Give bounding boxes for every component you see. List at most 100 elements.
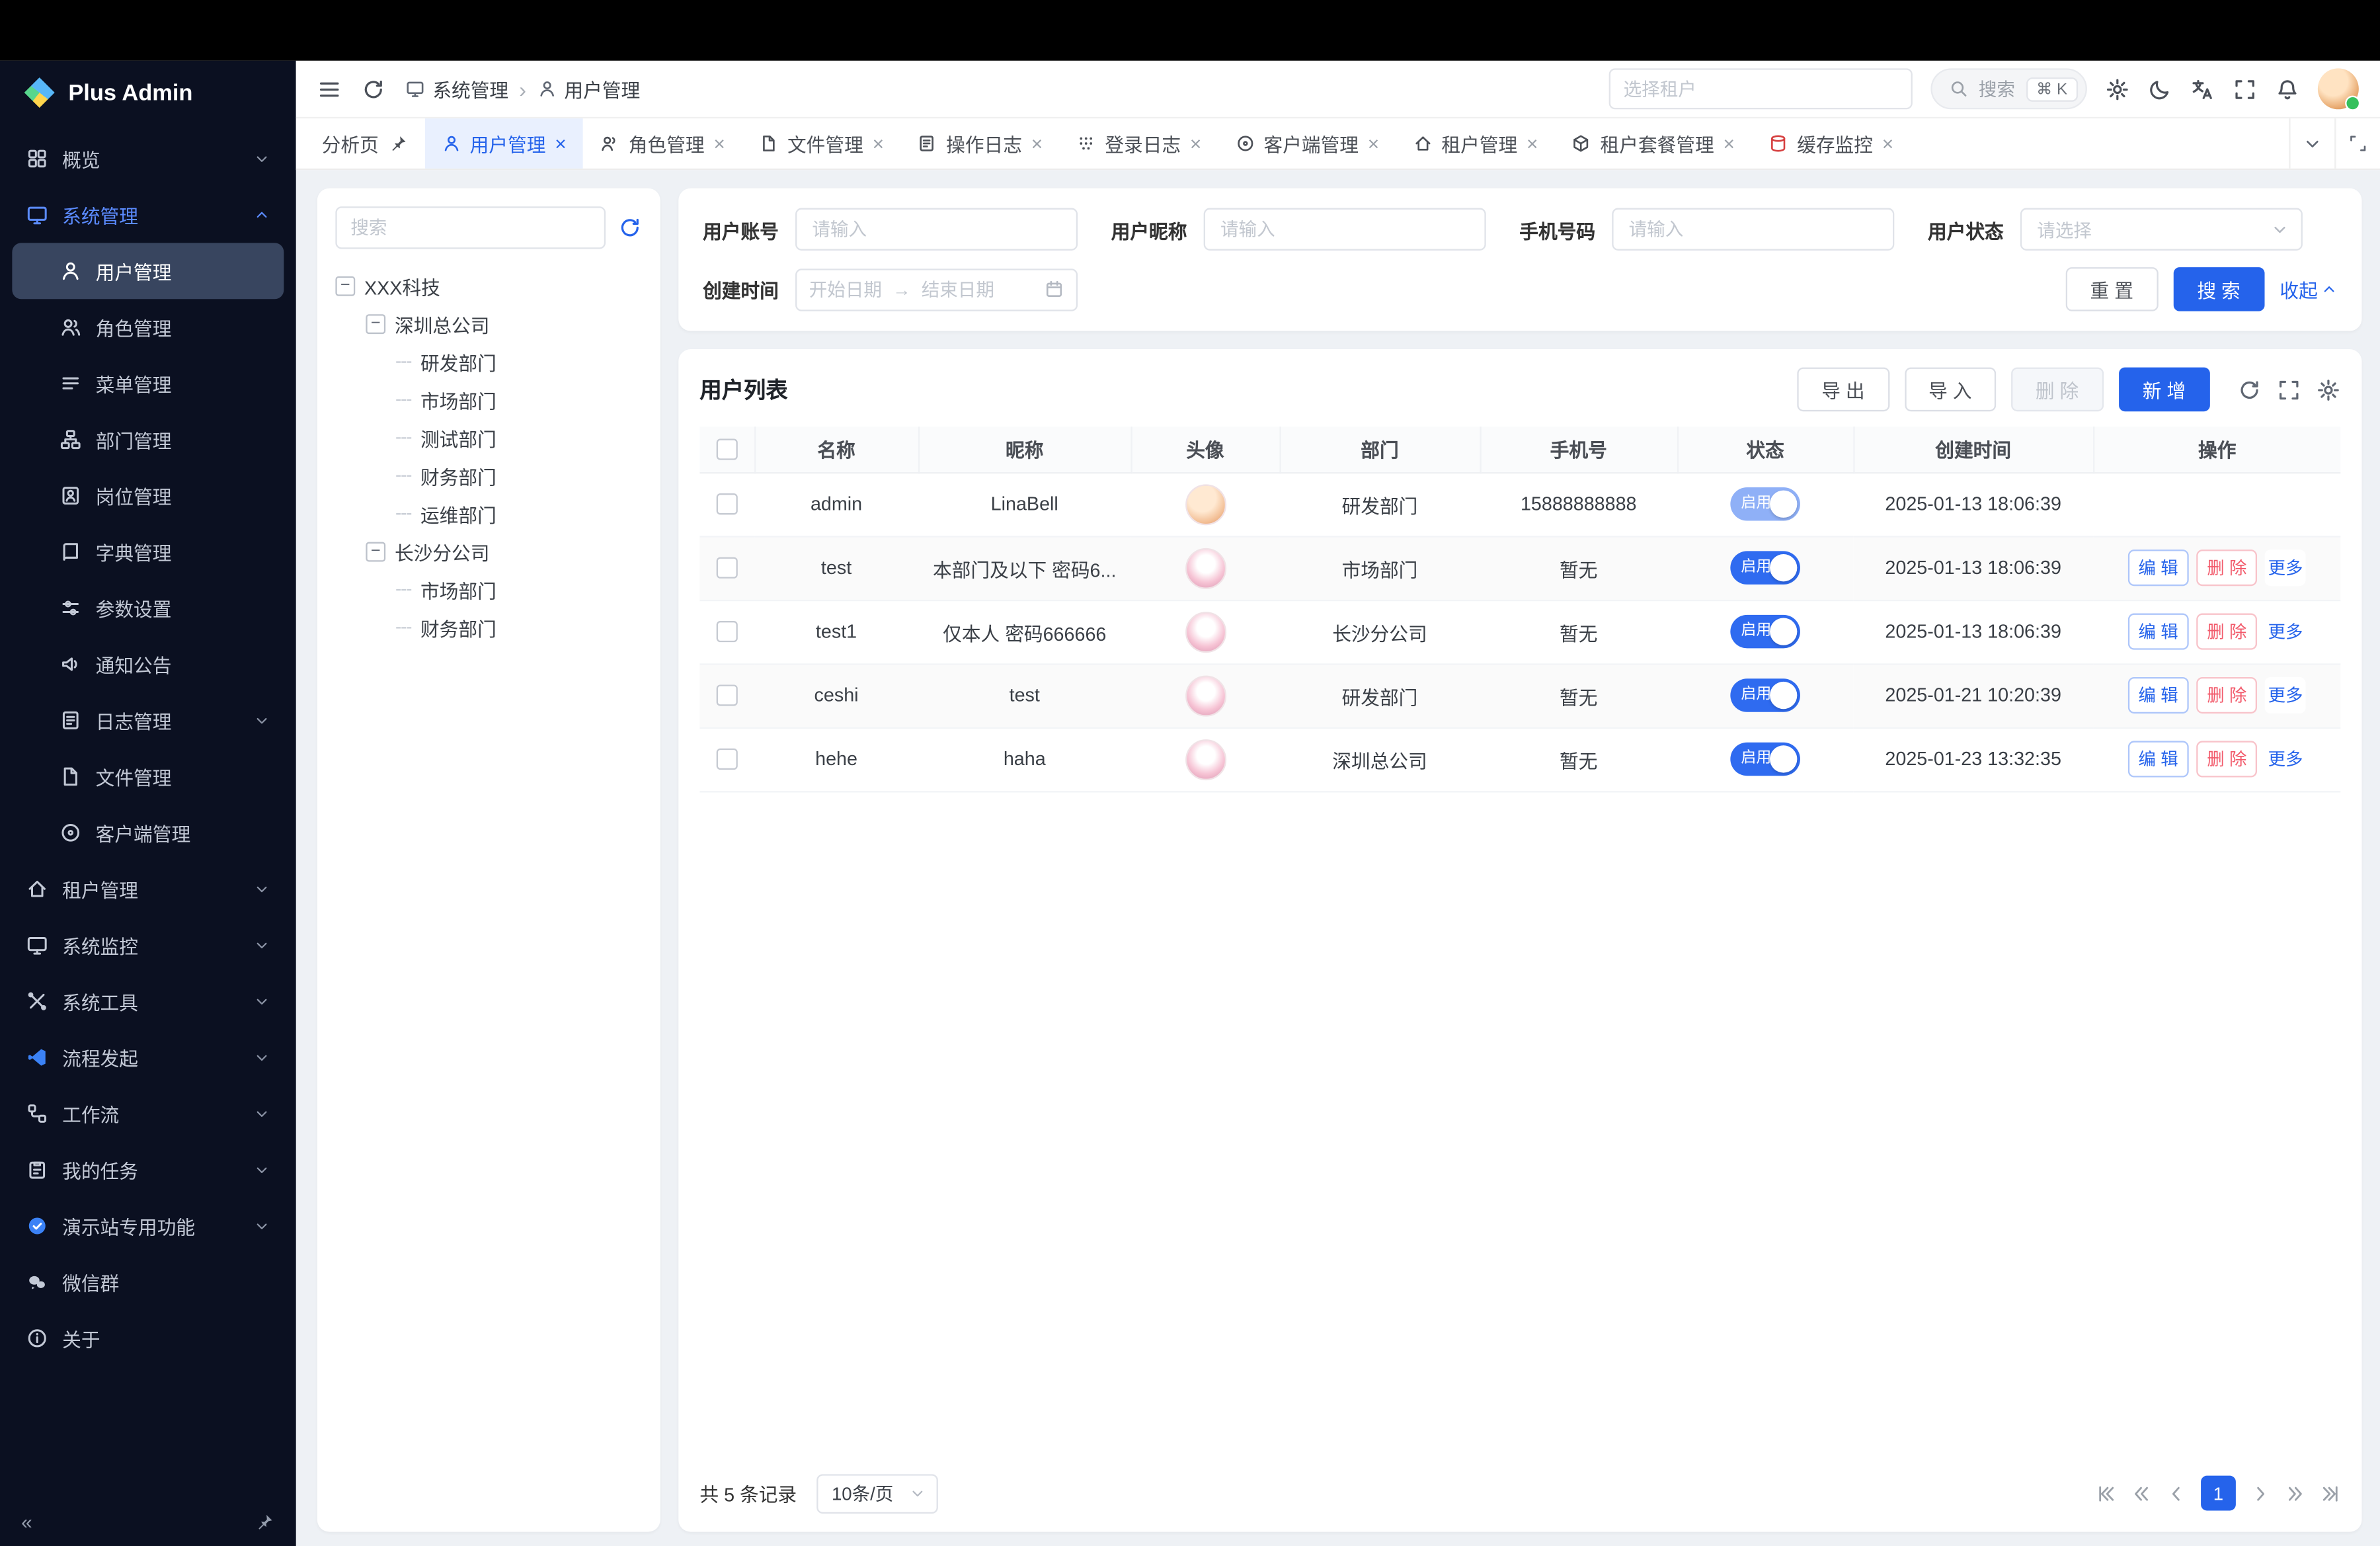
close-icon[interactable]: × (1368, 134, 1379, 153)
tree-collapse-icon[interactable]: − (335, 276, 355, 296)
row-checkbox[interactable] (717, 685, 738, 706)
sidebar-item-role-management[interactable]: 角色管理 (12, 299, 284, 355)
table-settings-gear-icon[interactable] (2317, 378, 2341, 402)
first-page-icon[interactable] (2096, 1483, 2118, 1504)
tree-node-dept[interactable]: 市场部门 (335, 381, 642, 419)
refresh-icon[interactable] (361, 77, 385, 101)
sidebar-item-dict-management[interactable]: 字典管理 (12, 524, 284, 580)
tab-client-management[interactable]: 客户端管理 × (1218, 118, 1396, 169)
prev-5-pages-icon[interactable] (2131, 1483, 2152, 1504)
tree-node-dept[interactable]: 财务部门 (335, 457, 642, 495)
sidebar-item-demo-features[interactable]: 演示站专用功能 (12, 1198, 284, 1254)
next-5-pages-icon[interactable] (2284, 1483, 2305, 1504)
delete-row-button[interactable]: 删 除 (2196, 549, 2257, 586)
tenant-select-input[interactable] (1608, 68, 1912, 109)
last-page-icon[interactable] (2319, 1483, 2340, 1504)
export-button[interactable]: 导 出 (1798, 368, 1889, 412)
more-button[interactable]: 更多 (2265, 614, 2306, 650)
tab-tenant-management[interactable]: 租户管理 × (1396, 118, 1554, 169)
close-icon[interactable]: × (1527, 134, 1538, 153)
sidebar-item-client-management[interactable]: 客户端管理 (12, 805, 284, 861)
tree-node-dept[interactable]: 市场部门 (335, 571, 642, 608)
close-icon[interactable]: × (713, 134, 725, 153)
current-page-button[interactable]: 1 (2201, 1476, 2236, 1511)
app-logo[interactable]: Plus Admin (0, 61, 296, 124)
date-range-picker[interactable]: 开始日期 → 结束日期 (795, 268, 1078, 310)
tree-collapse-icon[interactable]: − (366, 314, 385, 334)
sidebar-item-post-management[interactable]: 岗位管理 (12, 468, 284, 524)
delete-row-button[interactable]: 删 除 (2196, 677, 2257, 713)
close-icon[interactable]: × (1031, 134, 1043, 153)
status-toggle[interactable]: 启用 (1730, 615, 1800, 649)
delete-row-button[interactable]: 删 除 (2196, 741, 2257, 777)
more-button[interactable]: 更多 (2265, 677, 2306, 713)
close-icon[interactable]: × (1724, 134, 1735, 153)
pin-icon[interactable] (255, 1512, 275, 1532)
tab-cache-monitor[interactable]: 缓存监控 × (1751, 118, 1910, 169)
sidebar-item-menu-management[interactable]: 菜单管理 (12, 355, 284, 411)
header-checkbox[interactable] (716, 439, 737, 460)
import-button[interactable]: 导 入 (1904, 368, 1996, 412)
table-fullscreen-icon[interactable] (2277, 378, 2301, 402)
close-icon[interactable]: × (555, 134, 566, 153)
collapse-sidebar-button[interactable]: « (21, 1510, 32, 1533)
tree-refresh-icon[interactable] (617, 216, 642, 240)
collapse-filters-link[interactable]: 收起 (2280, 275, 2337, 304)
tree-node-dept[interactable]: 测试部门 (335, 419, 642, 457)
tree-node-company[interactable]: −XXX科技 (335, 267, 642, 305)
close-icon[interactable]: × (1190, 134, 1201, 153)
tree-node-dept[interactable]: 运维部门 (335, 495, 642, 532)
nickname-input[interactable] (1204, 208, 1486, 251)
status-select[interactable]: 请选择 (2020, 208, 2303, 251)
tab-login-log[interactable]: 登录日志 × (1059, 118, 1218, 169)
more-button[interactable]: 更多 (2265, 741, 2306, 777)
global-search-button[interactable]: 搜索 ⌘ K (1930, 68, 2086, 109)
sidebar-item-tenant-management[interactable]: 租户管理 (12, 861, 284, 917)
tree-node-branch[interactable]: −长沙分公司 (335, 533, 642, 571)
tree-node-dept[interactable]: 研发部门 (335, 343, 642, 381)
sidebar-item-system-management[interactable]: 系统管理 (12, 186, 284, 243)
tab-fullscreen-button[interactable] (2334, 118, 2380, 169)
edit-button[interactable]: 编 辑 (2127, 741, 2188, 777)
table-refresh-icon[interactable] (2237, 378, 2262, 402)
sidebar-item-system-tools[interactable]: 系统工具 (12, 973, 284, 1030)
close-icon[interactable]: × (873, 134, 884, 153)
hamburger-menu-icon[interactable] (317, 77, 342, 101)
tree-node-dept[interactable]: 财务部门 (335, 609, 642, 647)
tab-user-management[interactable]: 用户管理 × (424, 118, 583, 169)
search-button[interactable]: 搜 索 (2173, 267, 2265, 311)
edit-button[interactable]: 编 辑 (2127, 549, 2188, 586)
status-toggle[interactable]: 启用 (1730, 743, 1800, 776)
edit-button[interactable]: 编 辑 (2127, 677, 2188, 713)
sidebar-item-overview[interactable]: 概览 (12, 130, 284, 186)
close-icon[interactable]: × (1882, 134, 1893, 153)
gear-icon[interactable] (2105, 77, 2129, 101)
sidebar-item-wechat-group[interactable]: 微信群 (12, 1254, 284, 1310)
sidebar-item-system-monitor[interactable]: 系统监控 (12, 917, 284, 973)
tab-analysis-page[interactable]: 分析页 (305, 118, 424, 169)
breadcrumb-page[interactable]: 用户管理 (537, 75, 640, 104)
row-checkbox[interactable] (717, 494, 738, 515)
translate-icon[interactable] (2190, 77, 2215, 101)
sidebar-item-user-management[interactable]: 用户管理 (12, 243, 284, 299)
delete-button[interactable]: 删 除 (2011, 368, 2103, 412)
delete-row-button[interactable]: 删 除 (2196, 614, 2257, 650)
tab-role-management[interactable]: 角色管理 × (583, 118, 742, 169)
fullscreen-icon[interactable] (2233, 77, 2257, 101)
notification-bell-icon[interactable] (2276, 77, 2300, 101)
row-checkbox[interactable] (717, 749, 738, 770)
tree-collapse-icon[interactable]: − (366, 542, 385, 562)
sidebar-item-about[interactable]: 关于 (12, 1310, 284, 1366)
account-input[interactable] (795, 208, 1078, 251)
sidebar-item-parameter-settings[interactable]: 参数设置 (12, 580, 284, 636)
tab-tenant-package-management[interactable]: 租户套餐管理 × (1555, 118, 1752, 169)
more-button[interactable]: 更多 (2265, 549, 2306, 586)
status-toggle[interactable]: 启用 (1730, 678, 1800, 712)
page-size-select[interactable]: 10条/页 (816, 1473, 938, 1513)
next-page-icon[interactable] (2250, 1483, 2271, 1504)
row-checkbox[interactable] (717, 557, 738, 579)
row-checkbox[interactable] (717, 622, 738, 643)
tab-list-dropdown-button[interactable] (2289, 118, 2334, 169)
tree-node-branch[interactable]: −深圳总公司 (335, 305, 642, 343)
reset-button[interactable]: 重 置 (2066, 267, 2158, 311)
